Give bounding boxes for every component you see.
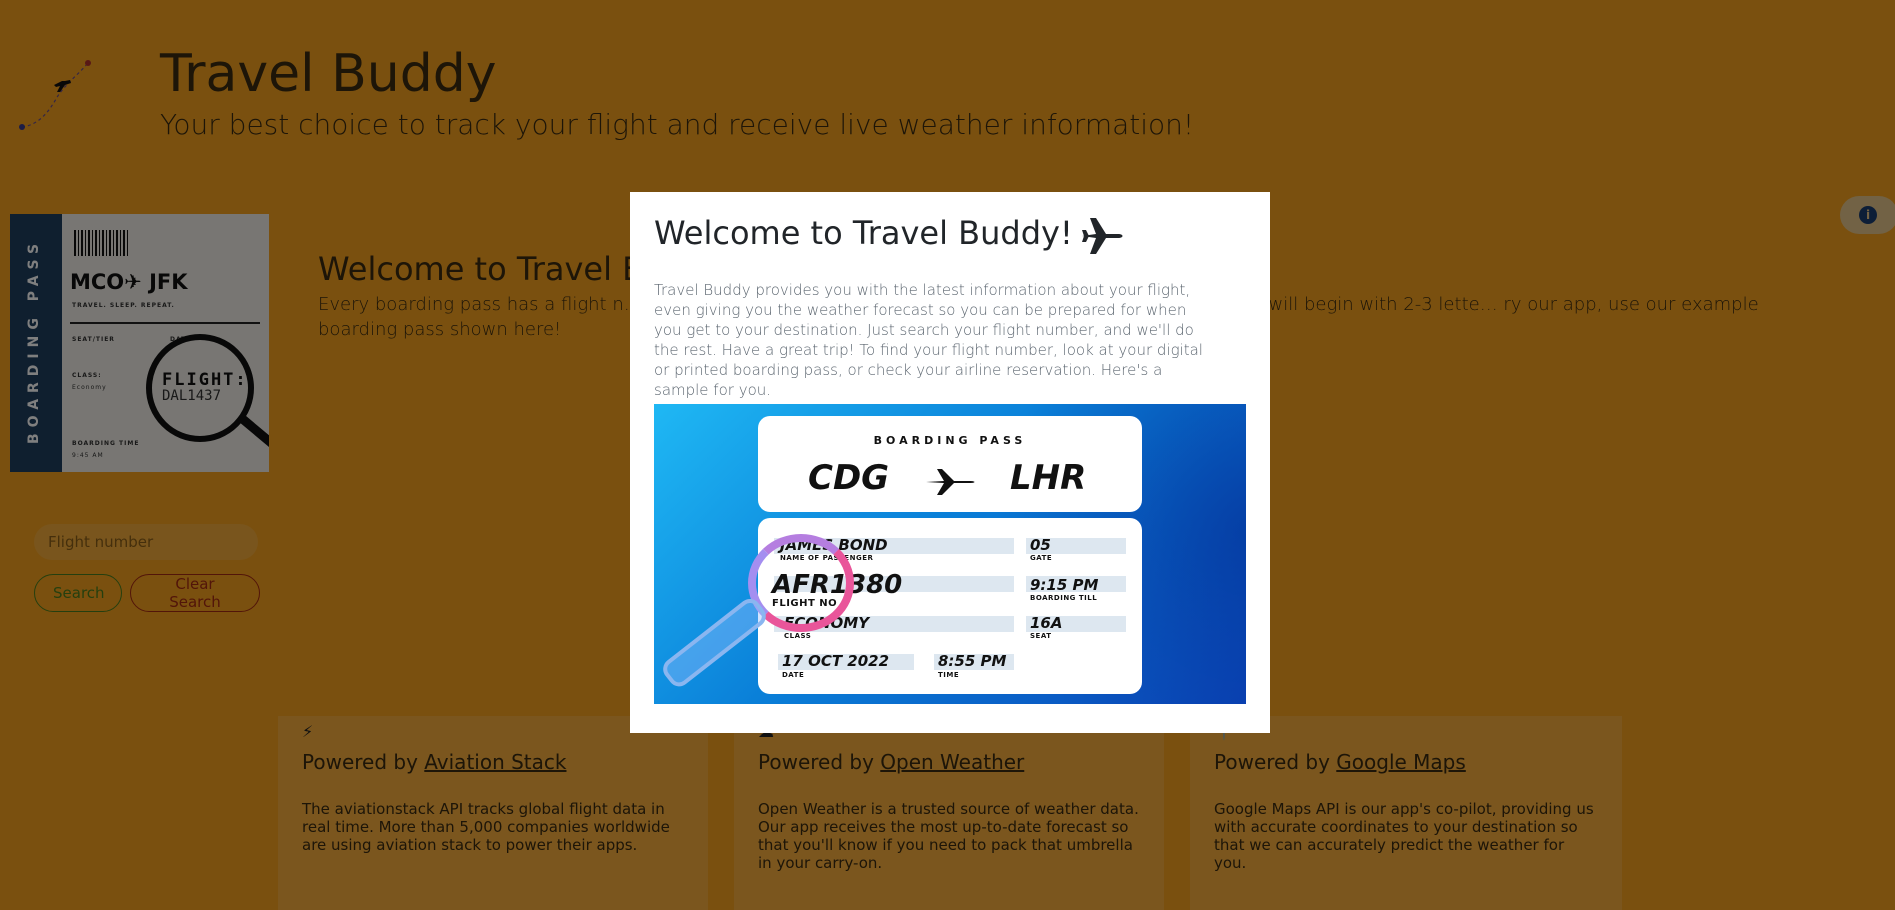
- date-label: DATE: [782, 671, 805, 679]
- sample-seat: 16A: [1030, 614, 1063, 632]
- sample-date: 17 OCT 2022: [782, 652, 890, 670]
- sample-time: 8:55 PM: [938, 652, 1007, 670]
- boarding-till-label: BOARDING TILL: [1030, 594, 1098, 602]
- ticket-heading: BOARDING PASS: [873, 434, 1027, 447]
- airplane-icon: [926, 469, 975, 495]
- ticket-header: BOARDING PASS CDG LHR: [758, 416, 1142, 512]
- gate-label: GATE: [1030, 554, 1053, 562]
- destination-code: LHR: [1010, 458, 1087, 498]
- sample-gate: 05: [1030, 536, 1051, 554]
- airplane-icon: [1082, 218, 1123, 254]
- welcome-modal: Welcome to Travel Buddy! Travel Buddy pr…: [630, 192, 1270, 733]
- modal-body-text: Travel Buddy provides you with the lates…: [654, 281, 1203, 399]
- sample-boarding-till: 9:15 PM: [1030, 576, 1099, 594]
- modal-title: Welcome to Travel Buddy!: [654, 214, 1073, 252]
- time-label: TIME: [938, 671, 960, 679]
- sample-boarding-pass-image: BOARDING PASS CDG LHR JAMES BOND NAME OF…: [654, 404, 1246, 704]
- seat-label: SEAT: [1030, 632, 1052, 640]
- origin-code: CDG: [808, 458, 890, 498]
- magnifier-handle: [658, 594, 771, 691]
- class-label: CLASS: [784, 632, 812, 640]
